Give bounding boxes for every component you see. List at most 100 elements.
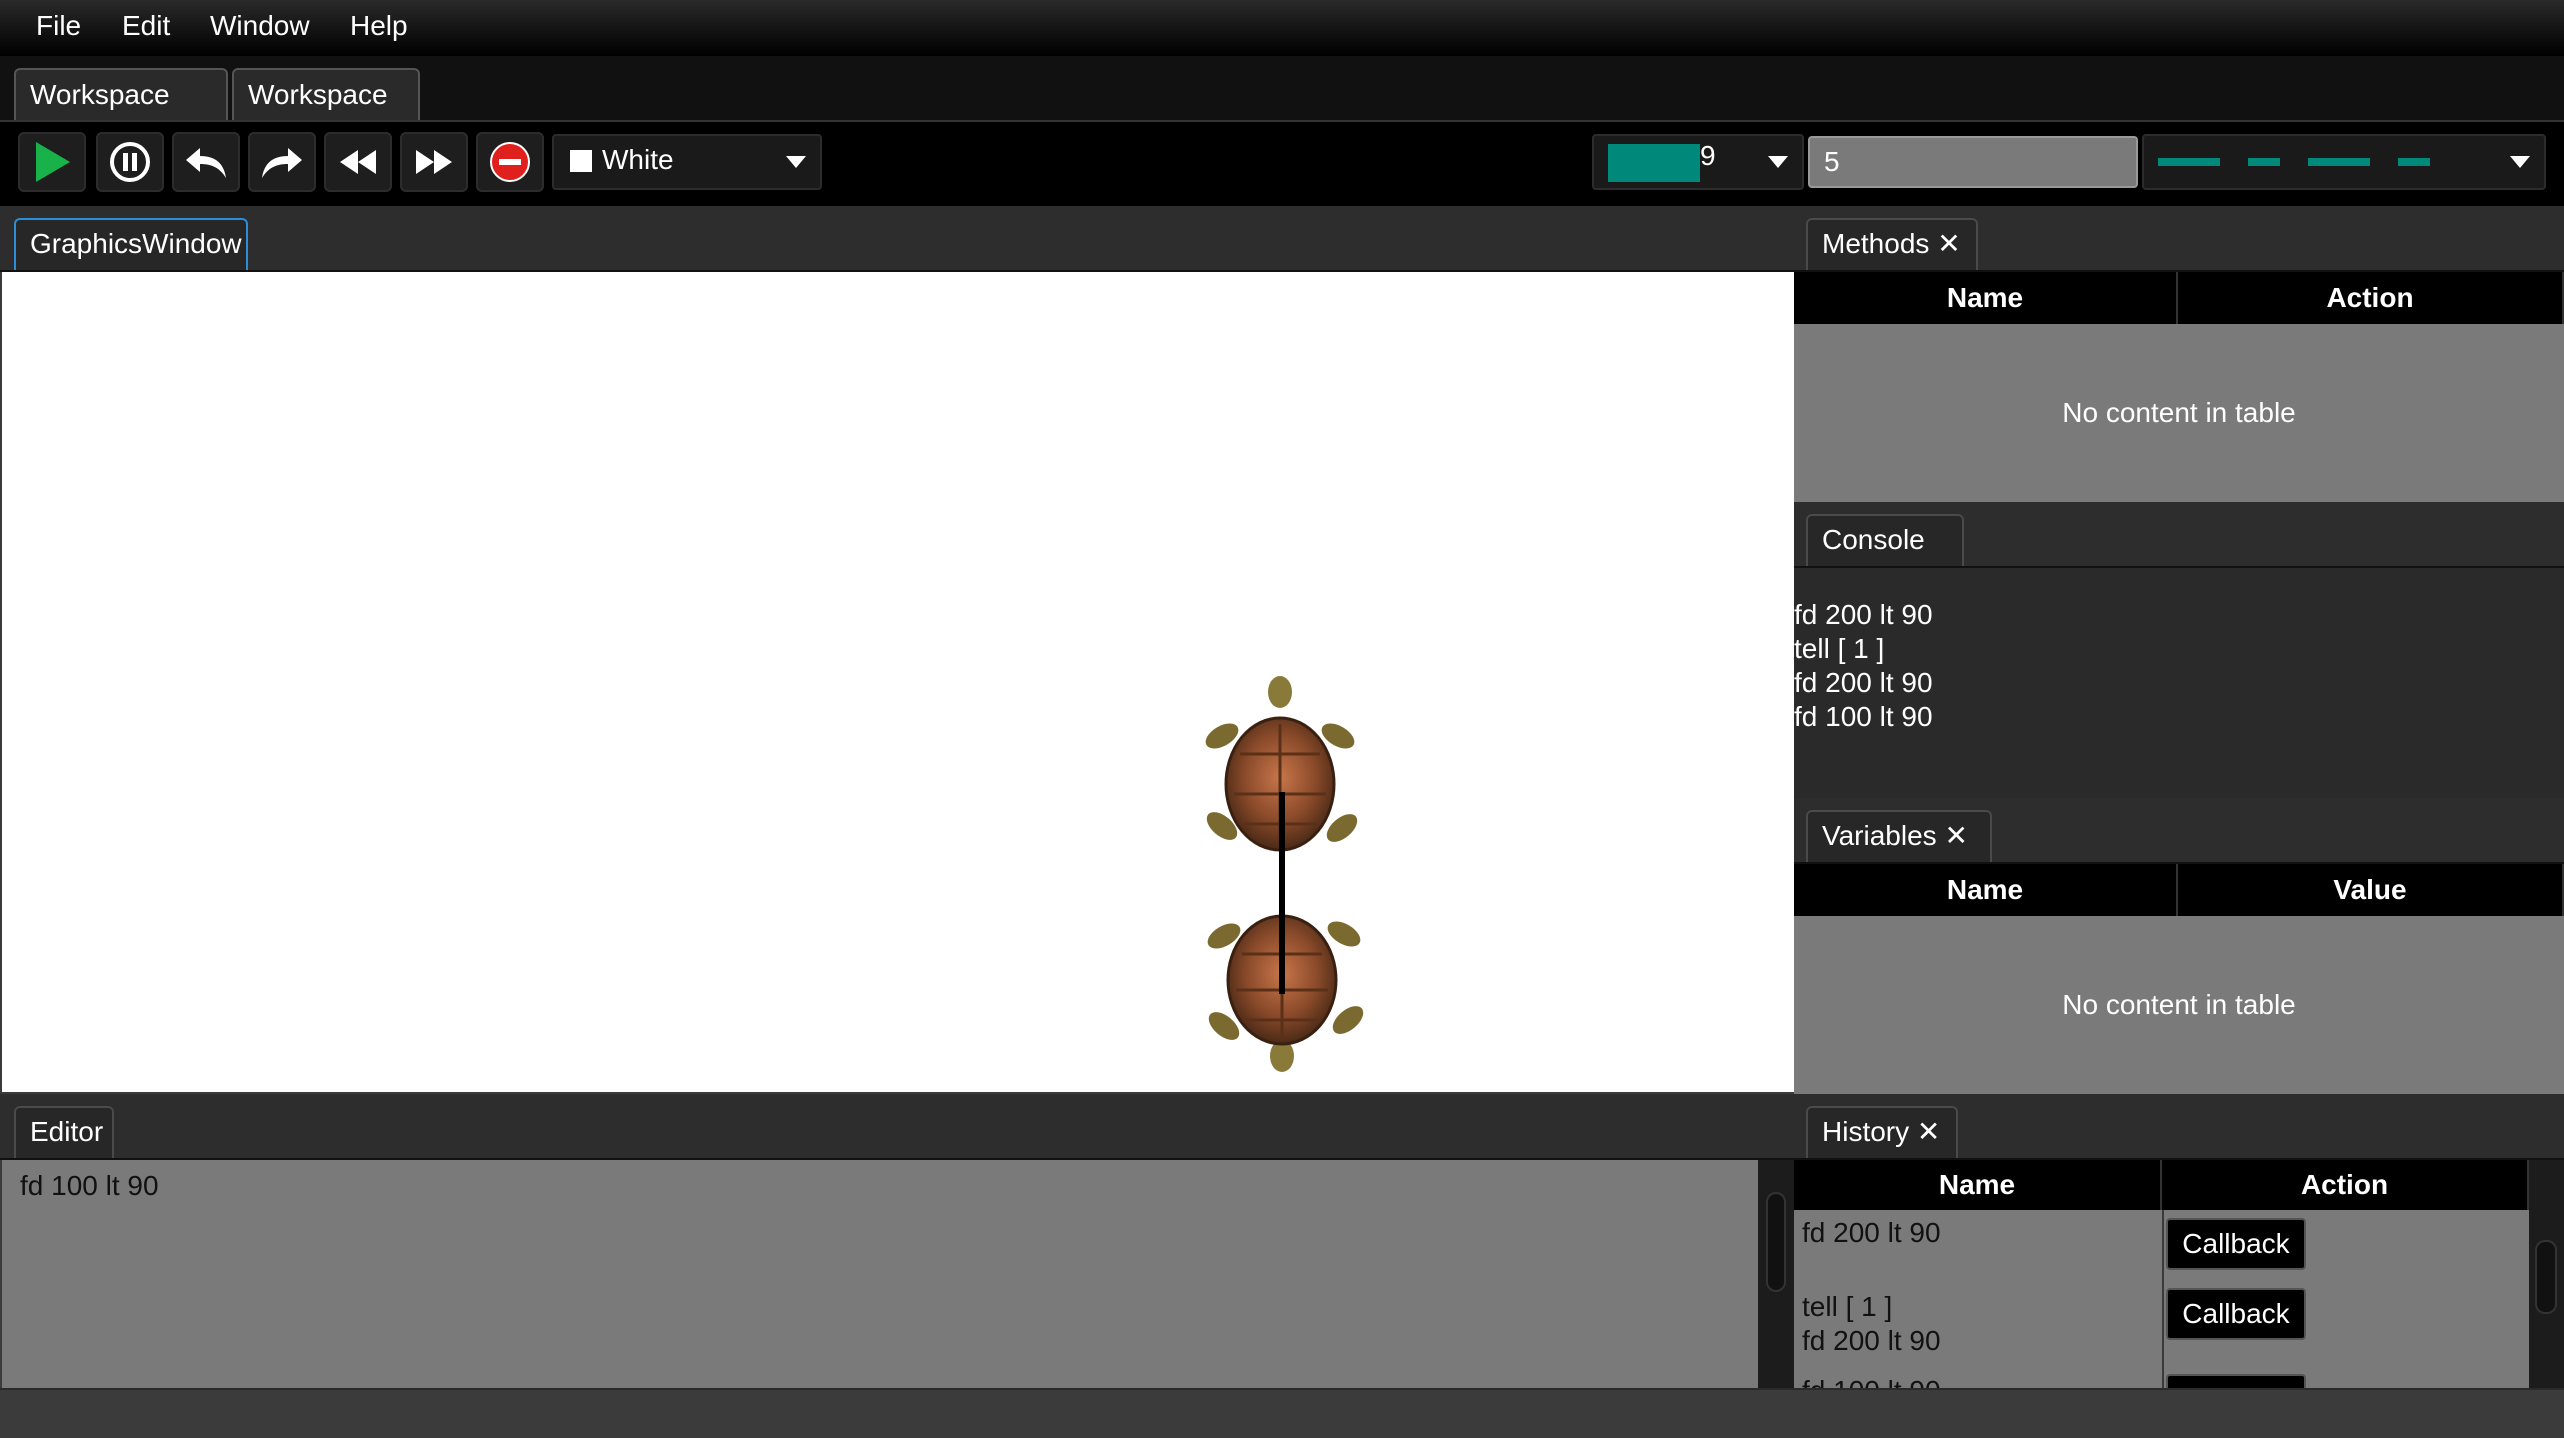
table-row[interactable]: tell [ 1 ] fd 200 lt 90 Callback <box>1794 1280 2529 1366</box>
empty-table-text: No content in table <box>2062 989 2296 1020</box>
console-line: tell [ 1 ] <box>1794 633 1885 664</box>
callback-button[interactable]: Callback <box>2166 1374 2306 1388</box>
editor-tab-label: Editor <box>30 1116 104 1147</box>
console-line: fd 200 lt 90 <box>1794 667 1933 698</box>
turtle-icon <box>1207 914 1364 1072</box>
console-tab-label: Console <box>1822 524 1925 555</box>
chevron-down-icon <box>2510 156 2530 168</box>
stop-button[interactable] <box>476 132 544 192</box>
history-table-body: fd 200 lt 90 Callback tell [ 1 ] fd 200 … <box>1794 1210 2529 1388</box>
rewind-icon <box>338 148 378 176</box>
rewind-button[interactable] <box>324 132 392 192</box>
column-header-value[interactable]: Value <box>2178 864 2564 916</box>
editor-scrollbar[interactable] <box>1758 1160 1794 1388</box>
background-color-select[interactable]: White <box>552 134 822 190</box>
column-divider <box>2162 1280 2164 1364</box>
pen-style-select[interactable] <box>2142 134 2546 190</box>
table-row[interactable]: fd 100 lt 90 Callback <box>1794 1364 2529 1388</box>
tab-graphics-window[interactable]: GraphicsWindow <box>14 218 248 270</box>
pen-color-value: 9 <box>1700 140 1716 171</box>
scrollbar-thumb[interactable] <box>1766 1192 1786 1292</box>
toolbar: White 9 5 <box>0 122 2564 206</box>
methods-tab-bar: Methods ✕ <box>1794 206 2564 272</box>
methods-table-header: Name Action <box>1794 272 2564 324</box>
graphics-tab-bar: GraphicsWindow <box>0 206 1794 272</box>
menu-file[interactable]: File <box>36 10 81 42</box>
graphics-canvas[interactable] <box>2 272 1794 1092</box>
column-divider <box>2162 1364 2164 1388</box>
callback-button[interactable]: Callback <box>2166 1288 2306 1340</box>
pen-color-select[interactable]: 9 <box>1592 134 1804 190</box>
methods-tab-label: Methods <box>1822 228 1930 259</box>
scrollbar-thumb[interactable] <box>2535 1240 2557 1314</box>
column-header-name[interactable]: Name <box>1794 864 2178 916</box>
run-button[interactable] <box>18 132 86 192</box>
fast-forward-button[interactable] <box>400 132 468 192</box>
menu-bar: File Edit Window Help <box>0 0 2564 56</box>
history-command: tell [ 1 ] fd 200 lt 90 <box>1802 1291 1941 1356</box>
redo-button[interactable] <box>248 132 316 192</box>
turtle-drawing <box>1205 676 1364 1072</box>
column-header-name[interactable]: Name <box>1794 1160 2162 1210</box>
menu-help[interactable]: Help <box>350 10 408 42</box>
undo-button[interactable] <box>172 132 240 192</box>
tab-workspace-2[interactable]: Workspace 2 <box>232 68 420 160</box>
status-bar <box>0 1388 2564 1438</box>
chevron-down-icon <box>1768 156 1788 168</box>
console-line: fd 200 lt 90 <box>1794 599 1933 630</box>
tab-methods[interactable]: Methods ✕ <box>1806 218 1978 270</box>
tab-workspace-1[interactable]: Workspace 1✕ <box>14 68 228 160</box>
editor-tab-bar: Editor <box>0 1094 1794 1160</box>
pause-icon <box>109 141 151 183</box>
dash-segment <box>2158 158 2220 166</box>
table-row[interactable]: fd 200 lt 90 Callback <box>1794 1210 2529 1282</box>
column-header-name[interactable]: Name <box>1794 272 2178 324</box>
workspace-tab-strip: Workspace 1✕ Workspace 2 <box>0 56 2564 160</box>
undo-icon <box>184 144 228 180</box>
dash-segment <box>2248 158 2280 166</box>
column-divider <box>2162 1210 2164 1280</box>
variables-table-body: No content in table <box>1794 916 2564 1094</box>
close-icon[interactable]: ✕ <box>1944 820 1967 851</box>
close-icon[interactable]: ✕ <box>1917 1116 1940 1147</box>
callback-button[interactable]: Callback <box>2166 1218 2306 1270</box>
tab-variables[interactable]: Variables ✕ <box>1806 810 1992 862</box>
dash-segment <box>2398 158 2430 166</box>
dash-segment <box>2308 158 2370 166</box>
history-scrollbar[interactable] <box>2529 1160 2564 1388</box>
console-line: fd 100 lt 90 <box>1794 701 1933 732</box>
chevron-down-icon <box>786 156 806 168</box>
history-tab-bar: History ✕ <box>1794 1094 2564 1160</box>
console-output[interactable]: fd 200 lt 90 tell [ 1 ] fd 200 lt 90 fd … <box>1794 568 2564 798</box>
stop-icon <box>489 141 531 183</box>
pen-color-swatch <box>1608 144 1700 182</box>
editor-textarea[interactable]: fd 100 lt 90 <box>2 1160 1758 1388</box>
column-header-action[interactable]: Action <box>2178 272 2564 324</box>
pen-size-field[interactable]: 5 <box>1808 136 2138 188</box>
fast-forward-icon <box>414 148 454 176</box>
menu-window[interactable]: Window <box>210 10 310 42</box>
history-command: fd 100 lt 90 <box>1802 1374 1941 1388</box>
history-tab-label: History <box>1822 1116 1910 1147</box>
column-header-action[interactable]: Action <box>2162 1160 2529 1210</box>
variables-table-header: Name Value <box>1794 864 2564 916</box>
variables-tab-bar: Variables ✕ <box>1794 798 2564 864</box>
redo-icon <box>260 144 304 180</box>
editor-text: fd 100 lt 90 <box>20 1170 159 1201</box>
menu-edit[interactable]: Edit <box>122 10 170 42</box>
history-table-header: Name Action <box>1794 1160 2529 1210</box>
background-color-label: White <box>602 144 674 175</box>
play-icon <box>32 140 72 184</box>
pause-button[interactable] <box>96 132 164 192</box>
methods-table-body: No content in table <box>1794 324 2564 502</box>
graphics-tab-label: GraphicsWindow <box>30 228 242 259</box>
pen-size-value: 5 <box>1824 146 1840 177</box>
empty-table-text: No content in table <box>2062 397 2296 428</box>
tab-history[interactable]: History ✕ <box>1806 1106 1958 1158</box>
close-icon[interactable]: ✕ <box>1937 228 1960 259</box>
history-command: fd 200 lt 90 <box>1802 1217 1941 1248</box>
console-tab-bar: Console ✕ <box>1794 502 2564 603</box>
variables-tab-label: Variables <box>1822 820 1937 851</box>
tab-console[interactable]: Console ✕ <box>1806 514 1964 603</box>
tab-editor[interactable]: Editor <box>14 1106 114 1158</box>
